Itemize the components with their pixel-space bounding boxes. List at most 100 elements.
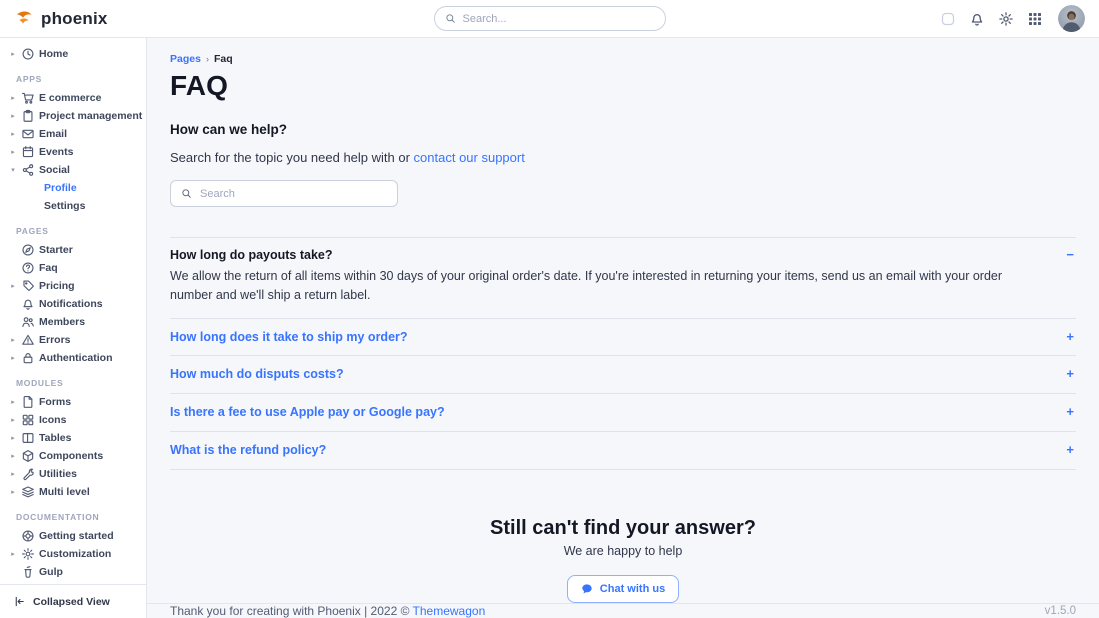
sidebar-item-pricing[interactable]: ▸Pricing: [0, 277, 146, 295]
collapsed-view-toggle[interactable]: Collapsed View: [0, 584, 146, 618]
sidebar-subitem-profile[interactable]: Profile: [0, 179, 146, 197]
file-icon: [21, 395, 35, 409]
faq-question-how-long-does-it-take-to-ship-my-order[interactable]: How long does it take to ship my order?+: [170, 328, 1076, 347]
sidebar-subitem-label: Settings: [44, 200, 85, 212]
collapse-minus-icon[interactable]: −: [1066, 246, 1076, 264]
sidebar-item-notifications[interactable]: Notifications: [0, 295, 146, 313]
collapse-left-icon: [13, 595, 26, 608]
sidebar-item-social[interactable]: ▾ Social: [0, 161, 146, 179]
chevron-right-icon: ▸: [9, 112, 17, 120]
grid-squares-icon: [21, 413, 35, 427]
brand-logo[interactable]: phoenix: [14, 8, 108, 29]
sidebar-section-label-documentation: DOCUMENTATION: [0, 512, 146, 522]
gulp-icon: [21, 565, 35, 579]
expand-plus-icon[interactable]: +: [1066, 328, 1076, 346]
apps-grid-icon[interactable]: [1027, 11, 1043, 27]
global-search[interactable]: [434, 6, 666, 31]
faq-question-how-much-do-disputs-costs[interactable]: How much do disputs costs?+: [170, 365, 1076, 384]
sidebar-item-multi-level[interactable]: ▸Multi level: [0, 483, 146, 501]
faq-question-how-long-do-payouts-take[interactable]: How long do payouts take?−: [170, 246, 1076, 265]
sidebar-section-label-pages: PAGES: [0, 226, 146, 236]
cta-subtitle: We are happy to help: [170, 544, 1076, 558]
chevron-right-icon: ▸: [9, 130, 17, 138]
themewagon-link[interactable]: Themewagon: [413, 604, 486, 618]
breadcrumb-separator: ›: [206, 54, 209, 64]
compass-icon: [21, 243, 35, 257]
gear-icon: [21, 547, 35, 561]
faq-answer-text: We allow the return of all items within …: [170, 267, 1076, 306]
theme-toggle[interactable]: [940, 11, 956, 27]
layers-icon: [21, 485, 35, 499]
sidebar-nav: ▸HomeAPPS▸E commerce▸Project management▸…: [0, 38, 146, 584]
sidebar-item-faq[interactable]: Faq: [0, 259, 146, 277]
faq-item: How much do disputs costs?+: [170, 355, 1076, 393]
global-search-input[interactable]: [463, 13, 655, 25]
faq-question-is-there-a-fee-to-use-apple-pay-or-googl[interactable]: Is there a fee to use Apple pay or Googl…: [170, 403, 1076, 422]
sidebar-item-components[interactable]: ▸Components: [0, 447, 146, 465]
sidebar-item-label: Gulp: [39, 566, 63, 578]
sidebar-item-icons[interactable]: ▸Icons: [0, 411, 146, 429]
sidebar-item-label: Errors: [39, 334, 71, 346]
footer: Thank you for creating with Phoenix | 20…: [147, 603, 1099, 618]
faq-question-text: Is there a fee to use Apple pay or Googl…: [170, 403, 445, 422]
sidebar-item-label: Tables: [39, 432, 71, 444]
chevron-right-icon: ▸: [9, 336, 17, 344]
sidebar-section-label-apps: APPS: [0, 74, 146, 84]
faq-search[interactable]: [170, 180, 398, 207]
chat-button-label: Chat with us: [600, 583, 665, 595]
sidebar-item-label: Email: [39, 128, 67, 140]
bell-icon: [21, 297, 35, 311]
sidebar-item-home[interactable]: ▸Home: [0, 45, 146, 63]
lifering-icon: [21, 529, 35, 543]
faq-item: How long do payouts take?− We allow the r…: [170, 237, 1076, 318]
faq-search-input[interactable]: [200, 188, 387, 200]
sidebar-item-label: Multi level: [39, 486, 90, 498]
chevron-right-icon: ▸: [9, 282, 17, 290]
sidebar-item-tables[interactable]: ▸Tables: [0, 429, 146, 447]
sidebar-item-starter[interactable]: Starter: [0, 241, 146, 259]
sidebar-item-forms[interactable]: ▸Forms: [0, 393, 146, 411]
sidebar-item-label: Events: [39, 146, 73, 158]
sidebar-item-gulp[interactable]: Gulp: [0, 563, 146, 581]
sidebar-item-project-management[interactable]: ▸Project management: [0, 107, 146, 125]
sidebar-item-authentication[interactable]: ▸Authentication: [0, 349, 146, 367]
search-icon: [181, 188, 192, 199]
sidebar-item-email[interactable]: ▸ Email: [0, 125, 146, 143]
users-icon: [21, 315, 35, 329]
sidebar-item-utilities[interactable]: ▸Utilities: [0, 465, 146, 483]
user-avatar[interactable]: [1058, 5, 1085, 32]
breadcrumb: Pages › Faq: [170, 53, 1076, 65]
breadcrumb-pages-link[interactable]: Pages: [170, 53, 201, 65]
intro-text-body: Search for the topic you need help with …: [170, 150, 414, 165]
sidebar-item-label: Forms: [39, 396, 71, 408]
chevron-down-icon: ▾: [9, 166, 17, 174]
sidebar-item-label: Social: [39, 164, 70, 176]
lock-icon: [21, 351, 35, 365]
sidebar-item-customization[interactable]: ▸Customization: [0, 545, 146, 563]
chat-with-us-button[interactable]: Chat with us: [567, 575, 679, 603]
sidebar-subitem-label: Profile: [44, 182, 77, 194]
chevron-right-icon: ▸: [9, 94, 17, 102]
sidebar: ▸HomeAPPS▸E commerce▸Project management▸…: [0, 38, 147, 618]
cart-icon: [21, 91, 35, 105]
expand-plus-icon[interactable]: +: [1066, 403, 1076, 421]
faq-question-text: What is the refund policy?: [170, 441, 326, 460]
faq-accordion: How long do payouts take?− We allow the r…: [170, 237, 1076, 470]
notifications-bell-icon[interactable]: [969, 11, 985, 27]
sidebar-item-getting-started[interactable]: Getting started: [0, 527, 146, 545]
footer-version: v1.5.0: [1045, 605, 1076, 617]
sidebar-item-members[interactable]: Members: [0, 313, 146, 331]
sidebar-item-errors[interactable]: ▸ Errors: [0, 331, 146, 349]
expand-plus-icon[interactable]: +: [1066, 441, 1076, 459]
sidebar-item-events[interactable]: ▸Events: [0, 143, 146, 161]
sidebar-subitem-settings[interactable]: Settings: [0, 197, 146, 215]
expand-plus-icon[interactable]: +: [1066, 365, 1076, 383]
footer-text: Thank you for creating with Phoenix | 20…: [170, 604, 413, 618]
sidebar-item-e-commerce[interactable]: ▸E commerce: [0, 89, 146, 107]
sidebar-item-label: Customization: [39, 548, 111, 560]
help-circle-icon: [21, 261, 35, 275]
faq-question-what-is-the-refund-policy[interactable]: What is the refund policy? +: [170, 441, 1076, 460]
settings-gear-icon[interactable]: [998, 11, 1014, 27]
intro-heading: How can we help?: [170, 122, 1076, 137]
contact-support-link[interactable]: contact our support: [414, 150, 525, 165]
